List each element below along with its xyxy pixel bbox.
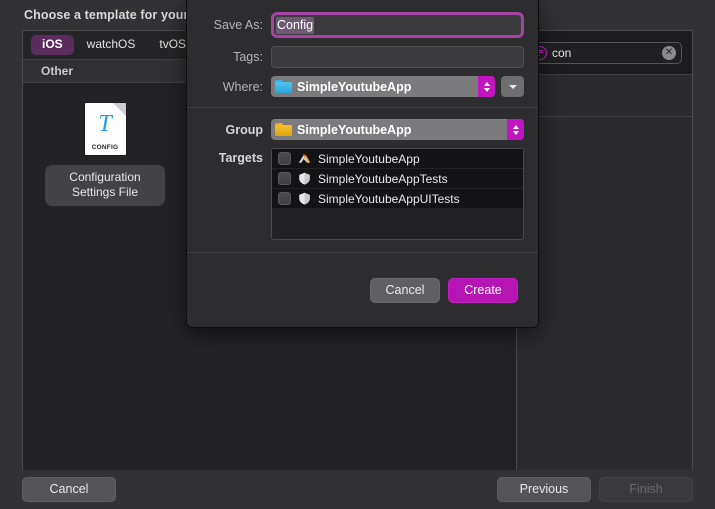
page-title: Choose a template for your <box>24 8 189 22</box>
where-popup-button[interactable]: SimpleYoutubeApp <box>271 76 495 97</box>
save-dialog-xcode-section: Group SimpleYoutubeApp Targets SimpleYou… <box>187 108 538 252</box>
search-results-spacer <box>517 75 692 117</box>
section-header-label: Other <box>41 64 74 78</box>
config-icon-caption: CONFIG <box>91 144 119 151</box>
template-icon-box: T CONFIG <box>80 97 130 161</box>
search-row: con ✕ <box>517 31 692 75</box>
finish-button-label: Finish <box>629 482 663 496</box>
folder-icon-blue <box>275 80 292 93</box>
save-as-row: Save As: Config <box>187 12 524 38</box>
tags-row: Tags: <box>187 46 524 68</box>
save-dialog: Save As: Config Tags: Where: SimpleYoutu… <box>186 0 539 328</box>
save-as-label: Save As: <box>213 18 263 32</box>
table-row[interactable]: SimpleYoutubeAppTests <box>272 169 523 189</box>
save-dialog-footer: Cancel Create <box>187 253 538 327</box>
previous-button-label: Previous <box>519 482 569 496</box>
where-popup-value: SimpleYoutubeApp <box>297 79 412 94</box>
where-row: Where: SimpleYoutubeApp <box>187 76 524 97</box>
search-input-value: con <box>552 45 572 60</box>
save-dialog-location-section: Save As: Config Tags: Where: SimpleYoutu… <box>187 0 538 107</box>
tags-input[interactable] <box>271 46 524 68</box>
test-bundle-icon <box>299 192 310 205</box>
screen: Choose a template for your iOS watchOS t… <box>0 0 715 509</box>
folder-icon-yellow <box>275 123 292 136</box>
target-checkbox[interactable] <box>278 172 291 185</box>
finish-button: Finish <box>599 477 693 502</box>
previous-button[interactable]: Previous <box>497 477 591 502</box>
expand-browser-button[interactable] <box>501 76 524 97</box>
dialog-cancel-button[interactable]: Cancel <box>370 277 440 303</box>
chevron-down-icon <box>508 84 517 89</box>
table-row[interactable]: SimpleYoutubeAppUITests <box>272 189 523 209</box>
tab-watchos[interactable]: watchOS <box>76 35 147 55</box>
search-input[interactable]: con ✕ <box>527 41 682 64</box>
template-item-configuration-settings-file[interactable]: T CONFIG Configuration Settings File <box>45 97 165 206</box>
group-popup-value: SimpleYoutubeApp <box>297 122 412 137</box>
target-name: SimpleYoutubeApp <box>318 151 420 166</box>
window-footer: Cancel Previous Finish <box>0 470 715 509</box>
tags-label: Tags: <box>233 50 263 64</box>
search-sidebar: con ✕ <box>516 31 692 470</box>
cancel-button-label: Cancel <box>49 482 89 496</box>
tab-watchos-label: watchOS <box>86 36 136 51</box>
group-popup-button[interactable]: SimpleYoutubeApp <box>271 119 524 140</box>
group-label: Group <box>225 122 264 137</box>
create-button-label: Create <box>464 282 502 297</box>
targets-row: Targets SimpleYoutubeApp SimpleYoutubeAp… <box>187 148 524 240</box>
create-button[interactable]: Create <box>448 277 518 303</box>
test-bundle-icon <box>299 172 310 185</box>
config-icon-letter: T <box>98 111 112 137</box>
dialog-cancel-label: Cancel <box>385 282 425 297</box>
updown-stepper-icon[interactable] <box>478 76 495 97</box>
targets-list[interactable]: SimpleYoutubeApp SimpleYoutubeAppTests S… <box>271 148 524 240</box>
save-as-input[interactable]: Config <box>271 12 524 38</box>
group-updown-stepper-icon[interactable] <box>507 119 524 140</box>
save-as-input-value: Config <box>276 16 315 34</box>
where-label: Where: <box>222 79 263 94</box>
tab-ios-label: iOS <box>42 36 63 51</box>
config-document-icon: T CONFIG <box>84 103 126 155</box>
tab-ios[interactable]: iOS <box>31 34 74 56</box>
template-item-label: Configuration Settings File <box>45 165 165 206</box>
group-row: Group SimpleYoutubeApp <box>187 119 524 140</box>
target-name: SimpleYoutubeAppTests <box>318 171 448 186</box>
target-name: SimpleYoutubeAppUITests <box>318 191 460 206</box>
clear-icon[interactable]: ✕ <box>662 45 676 60</box>
xcode-app-target-icon <box>298 153 311 163</box>
table-row[interactable]: SimpleYoutubeApp <box>272 149 523 169</box>
targets-label: Targets <box>218 151 263 165</box>
target-checkbox[interactable] <box>278 192 291 205</box>
cancel-button[interactable]: Cancel <box>22 477 116 502</box>
target-checkbox[interactable] <box>278 152 291 165</box>
tab-tvos-label: tvOS <box>159 36 187 51</box>
